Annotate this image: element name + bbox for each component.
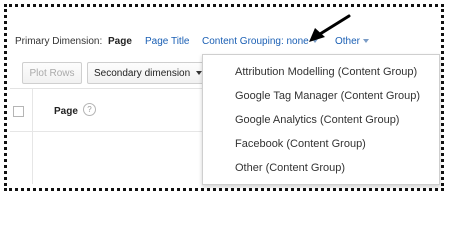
page-column-header[interactable]: Page <box>54 106 78 117</box>
page-title-option[interactable]: Page Title <box>145 36 189 47</box>
secondary-dimension-dropdown[interactable]: Secondary dimension <box>87 62 212 84</box>
menu-item-google-tag-manager[interactable]: Google Tag Manager (Content Group) <box>235 90 420 102</box>
menu-item-facebook[interactable]: Facebook (Content Group) <box>235 138 366 150</box>
menu-item-other[interactable]: Other (Content Group) <box>235 162 345 174</box>
primary-dimension-label: Primary Dimension: <box>15 36 103 47</box>
select-all-checkbox[interactable] <box>13 106 24 117</box>
column-divider <box>32 89 33 184</box>
secondary-dimension-label: Secondary dimension <box>94 68 191 79</box>
black-arrow-icon <box>309 14 351 42</box>
primary-dimension-current: Page <box>108 36 132 47</box>
content-grouping-menu: Attribution Modelling (Content Group) Go… <box>202 54 440 185</box>
help-icon[interactable]: ? <box>83 103 96 116</box>
menu-item-google-analytics[interactable]: Google Analytics (Content Group) <box>235 114 399 126</box>
content-grouping-option[interactable]: Content Grouping: none <box>202 36 318 47</box>
content-grouping-label: Content Grouping: none <box>202 36 309 47</box>
menu-item-attribution-modelling[interactable]: Attribution Modelling (Content Group) <box>235 66 417 78</box>
plot-rows-button[interactable]: Plot Rows <box>22 62 82 84</box>
caret-down-icon <box>363 39 370 44</box>
